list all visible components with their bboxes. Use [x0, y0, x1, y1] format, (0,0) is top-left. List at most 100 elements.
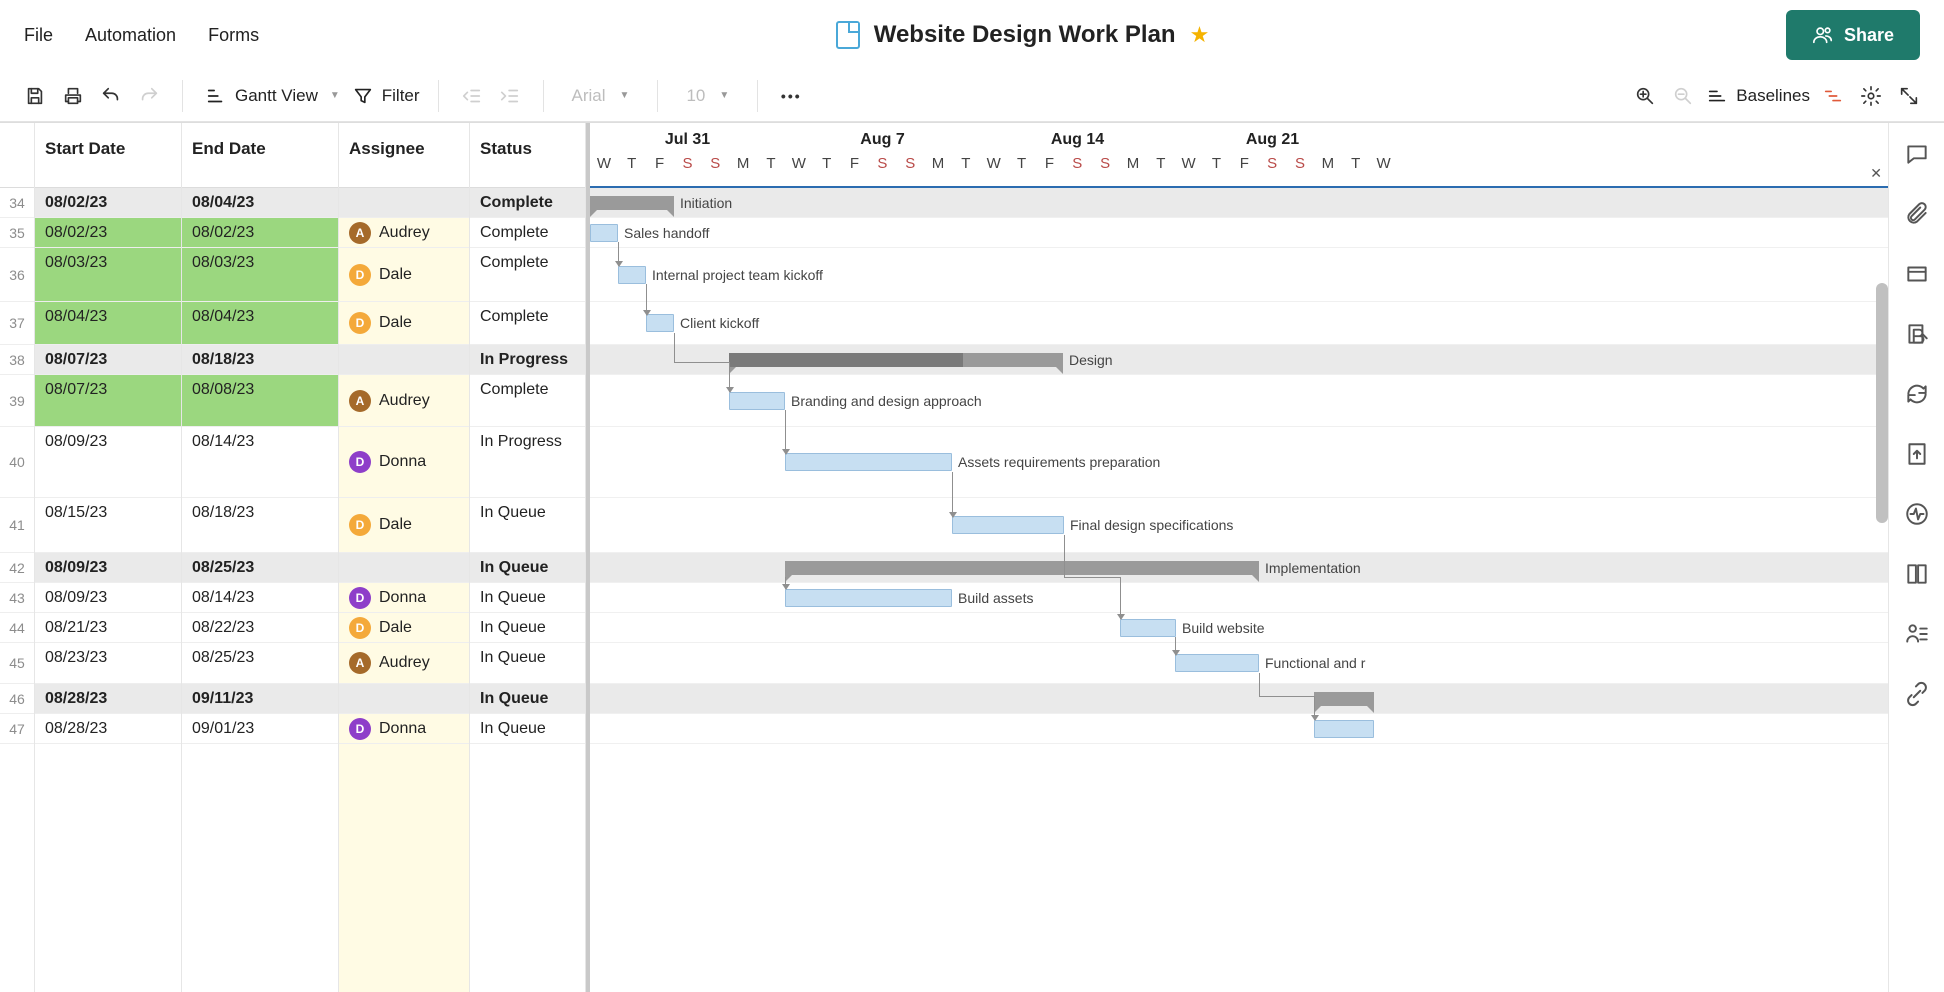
gantt-row[interactable]: Final design specifications — [590, 498, 1888, 553]
grid-cell[interactable]: In Queue — [470, 613, 585, 643]
row-number[interactable]: 35 — [0, 218, 34, 248]
expand-button[interactable] — [1894, 81, 1924, 111]
proof-icon[interactable] — [1904, 261, 1930, 287]
grid-cell[interactable]: In Queue — [470, 643, 585, 684]
gantt-task-bar[interactable] — [618, 266, 646, 284]
grid-cell[interactable]: 08/22/23 — [182, 613, 338, 643]
grid-cell[interactable]: 08/25/23 — [182, 553, 338, 583]
grid-cell[interactable]: 08/21/23 — [35, 613, 181, 643]
settings-button[interactable] — [1856, 81, 1886, 111]
undo-button[interactable] — [96, 81, 126, 111]
gantt-summary-bar[interactable] — [1314, 692, 1374, 706]
column-header-end[interactable]: End Date — [182, 123, 338, 188]
grid-cell[interactable]: 08/09/23 — [35, 427, 181, 498]
grid-cell[interactable]: 08/07/23 — [35, 375, 181, 427]
gantt-task-bar[interactable] — [785, 589, 952, 607]
comments-icon[interactable] — [1904, 141, 1930, 167]
share-button[interactable]: Share — [1786, 10, 1920, 60]
gantt-summary-bar[interactable] — [785, 561, 1259, 575]
grid-cell[interactable]: 08/04/23 — [182, 188, 338, 218]
grid-cell[interactable]: DDale — [339, 613, 469, 643]
grid-cell[interactable]: 08/04/23 — [182, 302, 338, 345]
gantt-task-bar[interactable] — [1314, 720, 1374, 738]
grid-cell[interactable]: 08/02/23 — [35, 218, 181, 248]
gantt-row[interactable]: Initiation — [590, 188, 1888, 218]
grid-cell[interactable] — [339, 345, 469, 375]
grid-cell[interactable]: 08/03/23 — [182, 248, 338, 302]
row-number[interactable]: 42 — [0, 553, 34, 583]
grid-cell[interactable]: 08/02/23 — [35, 188, 181, 218]
grid-cell[interactable]: Complete — [470, 248, 585, 302]
gantt-row[interactable]: Functional and r — [590, 643, 1888, 684]
grid-cell[interactable]: DDonna — [339, 714, 469, 744]
resource-icon[interactable] — [1904, 621, 1930, 647]
gantt-summary-bar[interactable] — [729, 353, 1063, 367]
grid-cell[interactable] — [339, 553, 469, 583]
row-number[interactable]: 37 — [0, 302, 34, 345]
gantt-row[interactable]: Internal project team kickoff — [590, 248, 1888, 302]
grid-cell[interactable]: In Queue — [470, 553, 585, 583]
grid-cell[interactable]: 08/08/23 — [182, 375, 338, 427]
vertical-scrollbar[interactable] — [1876, 283, 1888, 523]
menu-file[interactable]: File — [24, 25, 53, 46]
column-header-start[interactable]: Start Date — [35, 123, 181, 188]
zoom-in-button[interactable] — [1630, 81, 1660, 111]
grid-cell[interactable]: Complete — [470, 188, 585, 218]
star-icon[interactable]: ★ — [1190, 22, 1210, 48]
gantt-task-bar[interactable] — [729, 392, 785, 410]
attachments-icon[interactable] — [1904, 201, 1930, 227]
gantt-task-bar[interactable] — [952, 516, 1064, 534]
menu-automation[interactable]: Automation — [85, 25, 176, 46]
grid-cell[interactable]: 08/18/23 — [182, 498, 338, 553]
grid-cell[interactable]: In Queue — [470, 684, 585, 714]
grid-cell[interactable]: In Queue — [470, 714, 585, 744]
critical-path-button[interactable] — [1818, 81, 1848, 111]
grid-cell[interactable]: In Progress — [470, 345, 585, 375]
baselines-button[interactable]: Baselines — [1706, 85, 1810, 107]
grid-cell[interactable]: AAudrey — [339, 643, 469, 684]
close-icon[interactable]: ✕ — [1870, 165, 1882, 182]
row-number[interactable]: 38 — [0, 345, 34, 375]
grid-cell[interactable]: In Queue — [470, 498, 585, 553]
filter-button[interactable]: Filter — [352, 85, 420, 107]
gantt-row[interactable]: Design — [590, 345, 1888, 375]
column-header-assignee[interactable]: Assignee — [339, 123, 469, 188]
grid-cell[interactable]: 08/09/23 — [35, 553, 181, 583]
gantt-body[interactable]: InitiationSales handoffInternal project … — [590, 188, 1888, 744]
grid-cell[interactable] — [339, 684, 469, 714]
grid-cell[interactable]: 08/14/23 — [182, 427, 338, 498]
row-number[interactable]: 39 — [0, 375, 34, 427]
save-button[interactable] — [20, 81, 50, 111]
brandfolder-icon[interactable] — [1904, 321, 1930, 347]
refresh-icon[interactable] — [1904, 381, 1930, 407]
grid-cell[interactable]: AAudrey — [339, 375, 469, 427]
more-button[interactable]: ••• — [776, 81, 806, 111]
row-number[interactable]: 36 — [0, 248, 34, 302]
grid-cell[interactable]: 08/04/23 — [35, 302, 181, 345]
view-picker[interactable]: Gantt View ▼ — [201, 85, 344, 107]
activity-icon[interactable] — [1904, 501, 1930, 527]
grid-cell[interactable]: In Progress — [470, 427, 585, 498]
grid-cell[interactable]: DDale — [339, 498, 469, 553]
row-number[interactable]: 40 — [0, 427, 34, 498]
gantt-summary-bar[interactable] — [590, 196, 674, 210]
row-number[interactable]: 34 — [0, 188, 34, 218]
grid-cell[interactable]: 08/09/23 — [35, 583, 181, 613]
menu-forms[interactable]: Forms — [208, 25, 259, 46]
link-icon[interactable] — [1904, 681, 1930, 707]
grid-cell[interactable]: 08/02/23 — [182, 218, 338, 248]
gantt-row[interactable] — [590, 714, 1888, 744]
row-number[interactable]: 41 — [0, 498, 34, 553]
document-title[interactable]: Website Design Work Plan — [874, 21, 1176, 49]
column-header-status[interactable]: Status — [470, 123, 585, 188]
grid-cell[interactable]: DDonna — [339, 583, 469, 613]
gantt-task-bar[interactable] — [590, 224, 618, 242]
summary-icon[interactable] — [1904, 561, 1930, 587]
gantt-row[interactable]: Build website — [590, 613, 1888, 643]
grid-cell[interactable]: DDale — [339, 248, 469, 302]
gantt-task-bar[interactable] — [646, 314, 674, 332]
grid-cell[interactable]: 08/18/23 — [182, 345, 338, 375]
gantt-row[interactable]: Client kickoff — [590, 302, 1888, 345]
grid-cell[interactable]: DDale — [339, 302, 469, 345]
publish-icon[interactable] — [1904, 441, 1930, 467]
